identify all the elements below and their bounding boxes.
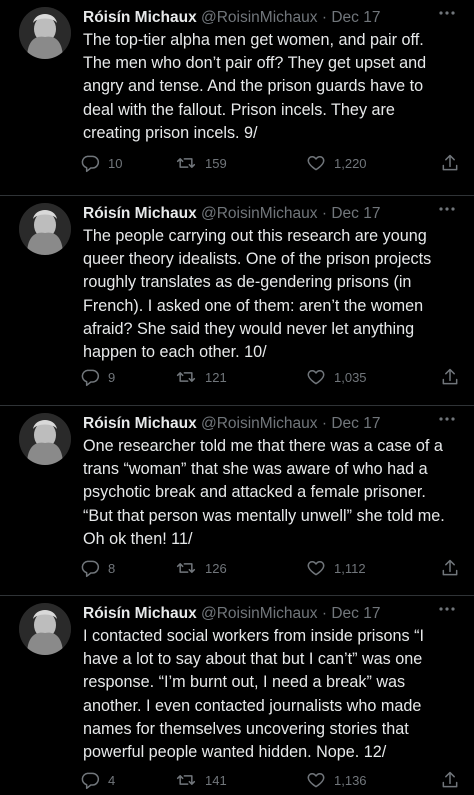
heart-icon: [307, 561, 325, 576]
reply-count: 8: [108, 560, 116, 576]
like-button[interactable]: 1,220: [306, 150, 367, 176]
author-name[interactable]: Róisín Michaux: [83, 605, 197, 622]
author-handle[interactable]: @RoisinMichaux: [201, 605, 318, 622]
share-button[interactable]: [440, 364, 460, 390]
reply-icon: [81, 560, 100, 578]
like-count: 1,112: [334, 560, 366, 576]
avatar[interactable]: [19, 603, 71, 655]
retweet-button[interactable]: 141: [175, 767, 227, 793]
tweet-card[interactable]: Róisín Michaux @RoisinMichaux · Dec 17 T…: [0, 0, 474, 196]
more-icon[interactable]: [436, 202, 458, 222]
tweet-date[interactable]: Dec 17: [331, 205, 380, 222]
tweet-header: Róisín Michaux @RoisinMichaux · Dec 17: [83, 204, 464, 224]
like-count: 1,035: [334, 369, 367, 385]
separator: ·: [321, 205, 328, 222]
reply-button[interactable]: 4: [80, 767, 115, 793]
tweet-date[interactable]: Dec 17: [331, 605, 380, 622]
reply-icon: [81, 155, 100, 173]
tweet-text: I contacted social workers from inside p…: [83, 627, 424, 762]
reply-button[interactable]: 10: [80, 150, 122, 176]
tweet-header: Róisín Michaux @RoisinMichaux · Dec 17: [83, 8, 464, 28]
heart-icon: [307, 156, 325, 171]
reply-icon: [81, 369, 100, 387]
tweet-card[interactable]: Róisín Michaux @RoisinMichaux · Dec 17 O…: [0, 406, 474, 596]
reply-count: 9: [108, 369, 116, 385]
like-count: 1,220: [334, 155, 367, 171]
tweet-text: One researcher told me that there was a …: [83, 437, 445, 548]
reply-icon: [81, 772, 100, 790]
retweet-button[interactable]: 121: [175, 364, 227, 390]
retweet-count: 159: [205, 155, 227, 171]
more-icon[interactable]: [436, 6, 458, 26]
tweet-actions: 10 159 1,220: [80, 150, 462, 176]
reply-count: 4: [108, 772, 116, 788]
tweet-text: The people carrying out this research ar…: [83, 227, 432, 362]
share-icon: [442, 368, 458, 385]
avatar[interactable]: [19, 413, 71, 465]
tweet-header: Róisín Michaux @RoisinMichaux · Dec 17: [83, 604, 464, 624]
like-button[interactable]: 1,112: [306, 555, 366, 581]
separator: ·: [321, 415, 328, 432]
separator: ·: [321, 9, 328, 26]
retweet-button[interactable]: 126: [175, 555, 227, 581]
author-handle[interactable]: @RoisinMichaux: [201, 415, 318, 432]
more-icon[interactable]: [436, 602, 458, 622]
tweet-actions: 4 141 1,136: [80, 767, 462, 793]
share-icon: [442, 559, 458, 576]
tweet-header: Róisín Michaux @RoisinMichaux · Dec 17: [83, 414, 464, 434]
tweet-text: The top-tier alpha men get women, and pa…: [83, 31, 427, 142]
tweet-date[interactable]: Dec 17: [331, 9, 380, 26]
retweet-icon: [176, 775, 196, 785]
avatar[interactable]: [19, 7, 71, 59]
heart-icon: [307, 773, 325, 788]
retweet-icon: [176, 563, 196, 573]
like-button[interactable]: 1,035: [306, 364, 367, 390]
share-icon: [442, 154, 458, 171]
author-handle[interactable]: @RoisinMichaux: [201, 9, 318, 26]
heart-icon: [307, 370, 325, 385]
tweet-date[interactable]: Dec 17: [331, 415, 380, 432]
avatar[interactable]: [19, 203, 71, 255]
tweet-actions: 8 126 1,112: [80, 555, 462, 581]
author-name[interactable]: Róisín Michaux: [83, 205, 197, 222]
retweet-icon: [176, 158, 196, 168]
more-icon[interactable]: [436, 412, 458, 432]
tweet-card[interactable]: Róisín Michaux @RoisinMichaux · Dec 17 I…: [0, 596, 474, 795]
author-handle[interactable]: @RoisinMichaux: [201, 205, 318, 222]
author-name[interactable]: Róisín Michaux: [83, 9, 197, 26]
author-name[interactable]: Róisín Michaux: [83, 415, 197, 432]
separator: ·: [321, 605, 328, 622]
share-button[interactable]: [440, 767, 460, 793]
share-button[interactable]: [440, 150, 460, 176]
tweet-thread: Róisín Michaux @RoisinMichaux · Dec 17 T…: [0, 0, 474, 795]
share-button[interactable]: [440, 555, 460, 581]
reply-button[interactable]: 8: [80, 555, 115, 581]
reply-button[interactable]: 9: [80, 364, 115, 390]
like-button[interactable]: 1,136: [306, 767, 367, 793]
retweet-count: 121: [205, 369, 227, 385]
retweet-count: 141: [205, 772, 227, 788]
share-icon: [442, 771, 458, 788]
reply-count: 10: [108, 155, 123, 171]
tweet-actions: 9 121 1,035: [80, 364, 462, 390]
tweet-card[interactable]: Róisín Michaux @RoisinMichaux · Dec 17 T…: [0, 196, 474, 406]
retweet-button[interactable]: 159: [175, 150, 227, 176]
retweet-count: 126: [205, 560, 227, 576]
retweet-icon: [176, 372, 196, 382]
like-count: 1,136: [334, 772, 367, 788]
